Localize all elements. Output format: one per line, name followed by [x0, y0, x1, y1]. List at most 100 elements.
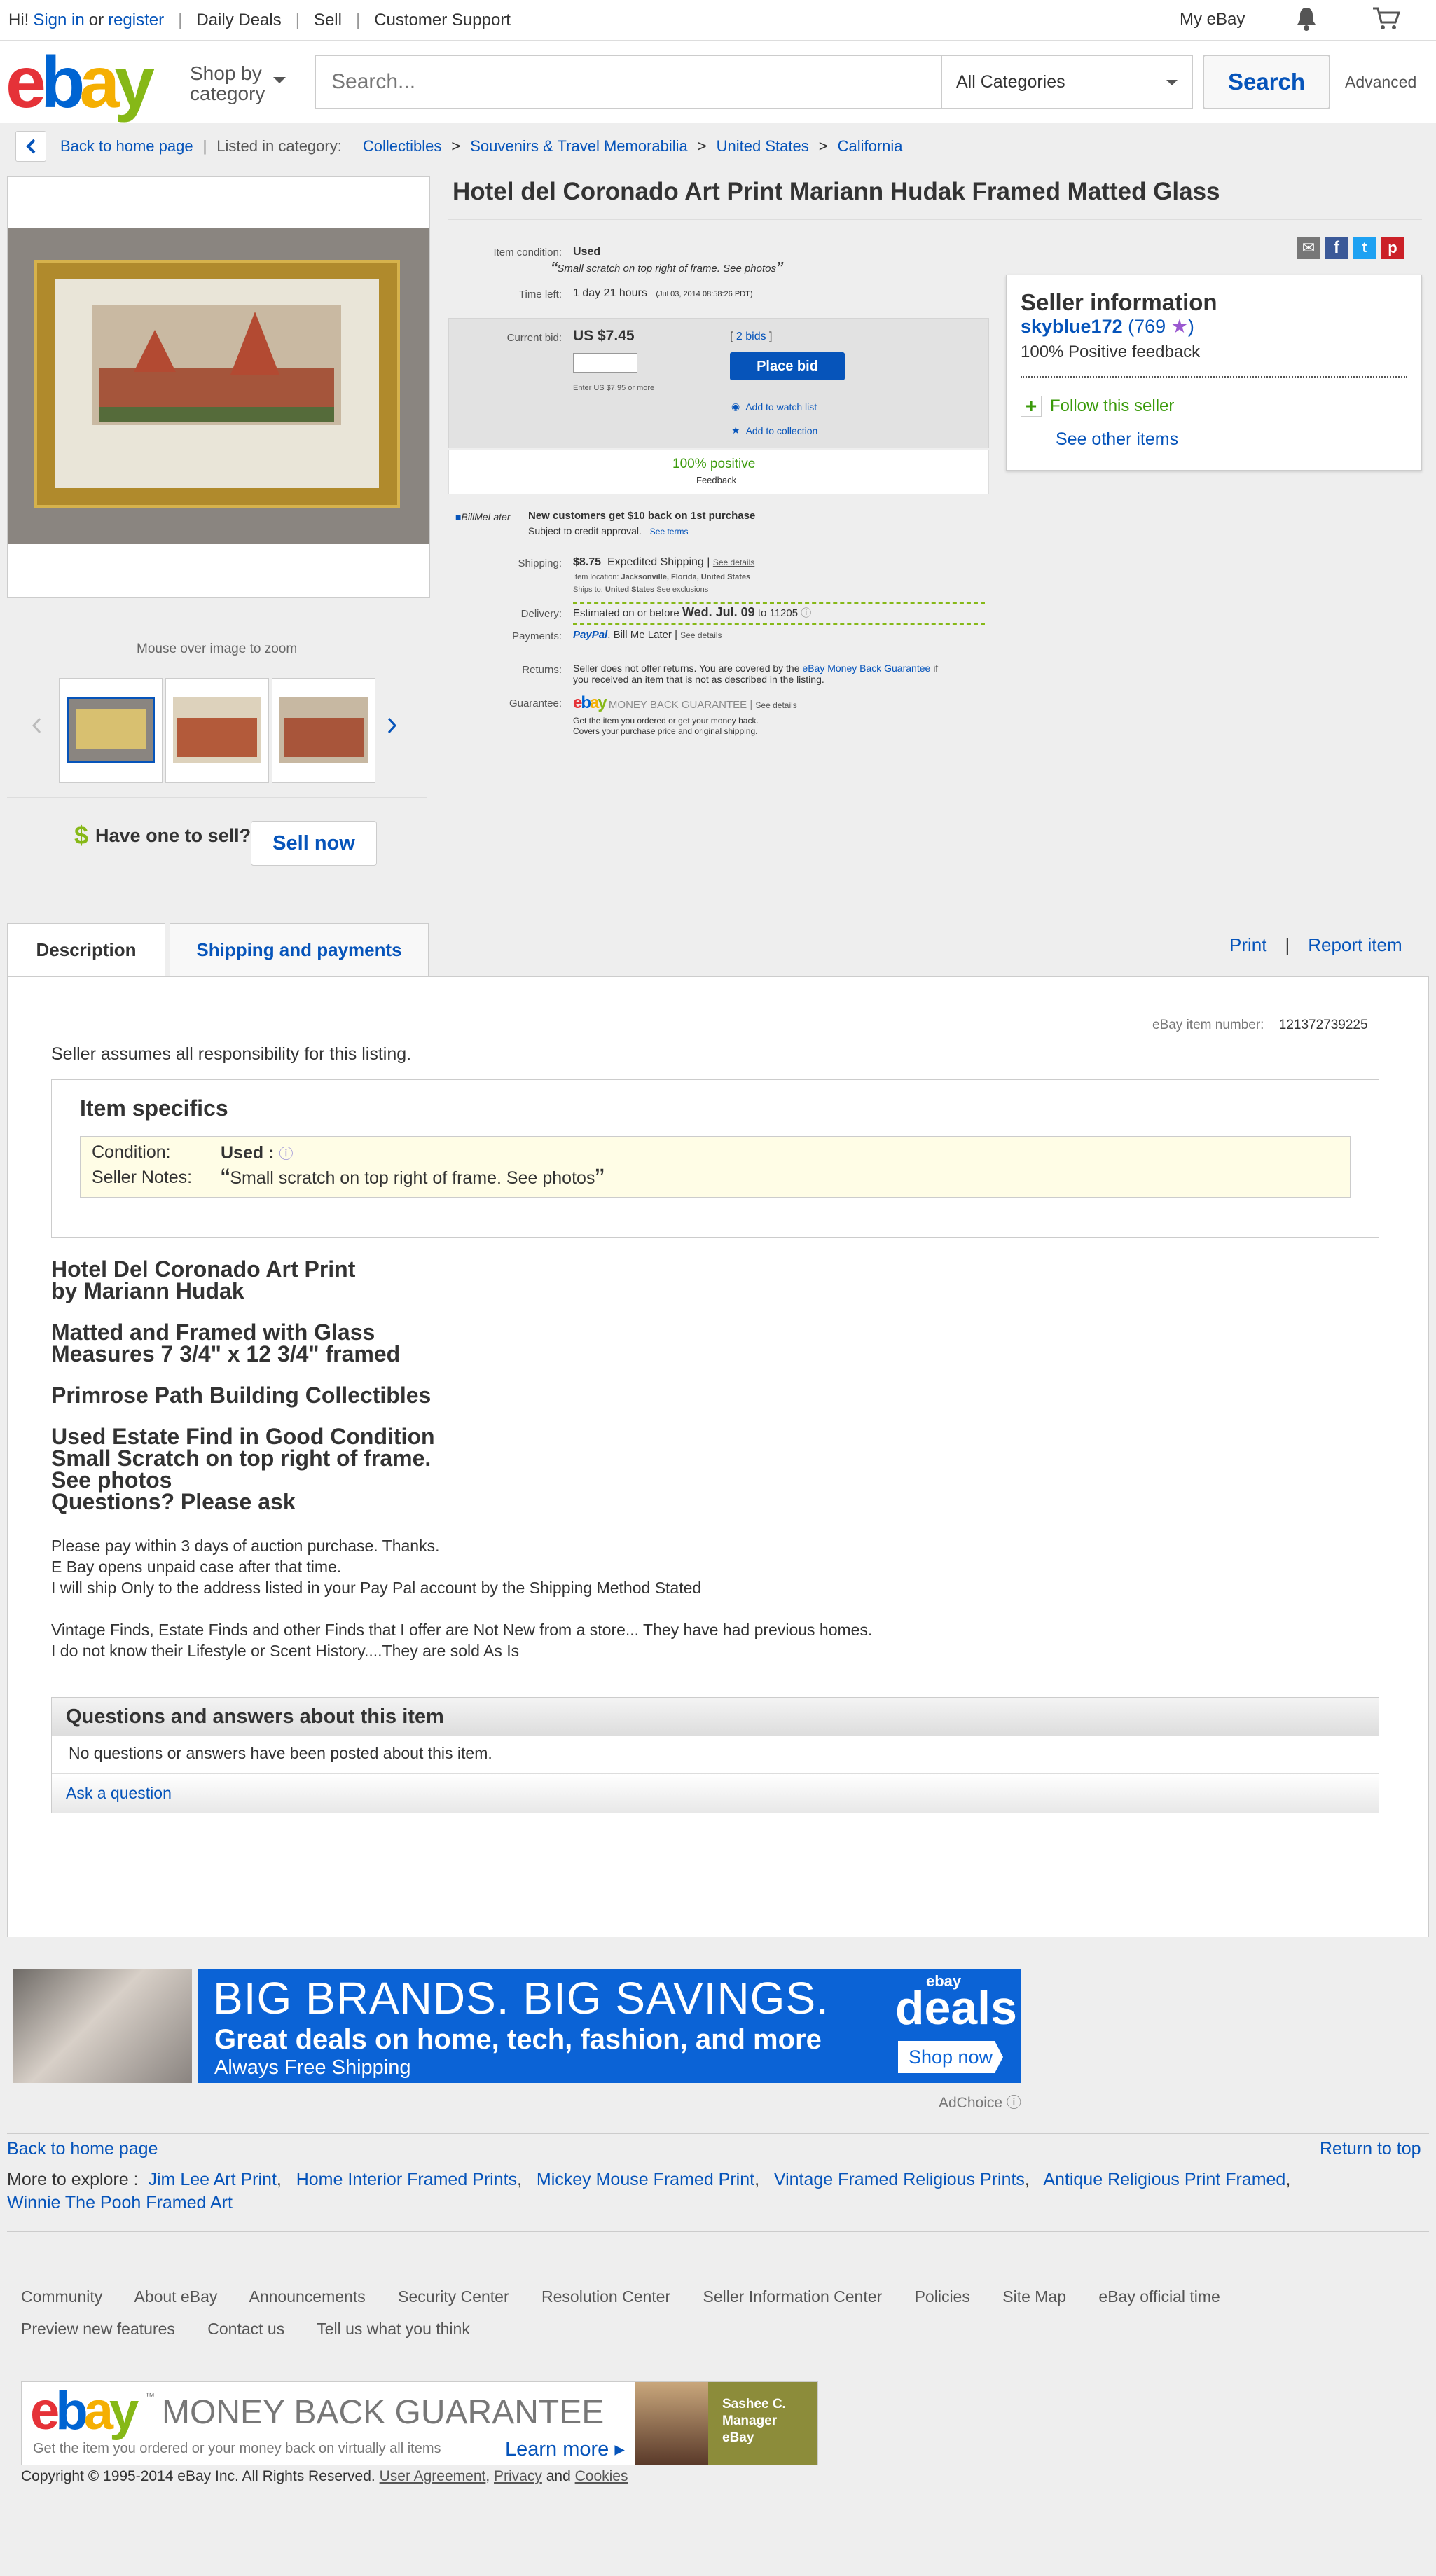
- footer-link[interactable]: Seller Information Center: [703, 2287, 883, 2306]
- listed-in-label: Listed in category:: [216, 137, 342, 155]
- user-agreement-link[interactable]: User Agreement: [380, 2468, 486, 2484]
- guarantee-badge: ebay MONEY BACK GUARANTEE | See details: [573, 693, 797, 712]
- report-item-link[interactable]: Report item: [1308, 934, 1402, 956]
- daily-deals-link[interactable]: Daily Deals: [196, 11, 281, 30]
- explore-link[interactable]: Antique Religious Print Framed: [1043, 2170, 1285, 2189]
- explore-link[interactable]: Home Interior Framed Prints: [296, 2170, 517, 2189]
- share-icons: ✉ f t p: [1297, 237, 1404, 259]
- footer-link[interactable]: Policies: [915, 2287, 970, 2306]
- facebook-icon[interactable]: f: [1325, 237, 1348, 259]
- crumb-collectibles[interactable]: Collectibles: [363, 137, 442, 155]
- bids-link[interactable]: [ 2 bids ]: [730, 331, 772, 343]
- customer-support-link[interactable]: Customer Support: [374, 11, 511, 30]
- footer-link[interactable]: Preview new features: [21, 2320, 175, 2338]
- cart-icon[interactable]: [1372, 6, 1401, 37]
- top-bar: Hi! Sign in or register | Daily Deals | …: [0, 0, 1436, 41]
- footer-link[interactable]: Contact us: [207, 2320, 284, 2338]
- explore-link[interactable]: Jim Lee Art Print: [149, 2170, 277, 2189]
- search-button[interactable]: Search: [1203, 55, 1330, 109]
- thumbnail-2[interactable]: [165, 678, 269, 783]
- payment-details-link[interactable]: See details: [680, 630, 722, 640]
- thumbnail-1[interactable]: [59, 678, 163, 783]
- product-image[interactable]: [8, 228, 429, 544]
- search-input[interactable]: Search...: [315, 55, 941, 109]
- crumb-souvenirs[interactable]: Souvenirs & Travel Memorabilia: [470, 137, 688, 155]
- my-ebay-link[interactable]: My eBay: [1180, 10, 1245, 29]
- item-description: Hotel Del Coronado Art Print by Mariann …: [51, 1256, 873, 1660]
- footer-link[interactable]: Tell us what you think: [317, 2320, 470, 2338]
- place-bid-button[interactable]: Place bid: [730, 352, 845, 380]
- condition-value: Used: [573, 246, 601, 258]
- category-select[interactable]: All Categories: [941, 55, 1193, 109]
- crumb-united-states[interactable]: United States: [717, 137, 809, 155]
- see-exclusions-link[interactable]: See exclusions: [656, 586, 708, 594]
- eye-icon: ◉: [731, 401, 740, 412]
- sell-now-button[interactable]: Sell now: [251, 821, 377, 866]
- explore-link[interactable]: Vintage Framed Religious Prints: [774, 2170, 1025, 2189]
- ebay-logo[interactable]: ebay: [6, 46, 155, 119]
- delivery-estimate: Estimated on or before Wed. Jul. 09 to 1…: [573, 605, 812, 619]
- shop-now-button[interactable]: Shop now: [898, 2041, 1003, 2073]
- adchoice-link[interactable]: AdChoice ⓘ: [939, 2091, 1021, 2112]
- back-to-home-link[interactable]: Back to home page: [60, 137, 193, 155]
- print-link[interactable]: Print: [1229, 934, 1266, 956]
- money-back-link[interactable]: eBay Money Back Guarantee: [802, 663, 930, 674]
- footer-links-row2: Preview new features Contact us Tell us …: [21, 2320, 498, 2339]
- footer-link[interactable]: Site Map: [1002, 2287, 1066, 2306]
- bid-amount-input[interactable]: [573, 353, 637, 373]
- footer-link[interactable]: About eBay: [134, 2287, 217, 2306]
- bml-terms-link[interactable]: See terms: [650, 527, 689, 536]
- explore-link[interactable]: Mickey Mouse Framed Print: [537, 2170, 754, 2189]
- sign-in-link[interactable]: Sign in: [33, 11, 84, 30]
- crumb-california[interactable]: California: [838, 137, 903, 155]
- positive-feedback[interactable]: 100% positive: [672, 457, 755, 472]
- main-image-frame[interactable]: [7, 176, 430, 598]
- sell-promo: $ Have one to sell?: [74, 821, 251, 850]
- learn-more-link[interactable]: Learn more ▸: [505, 2437, 625, 2461]
- shop-by-category[interactable]: Shop by category: [190, 63, 265, 104]
- bell-icon[interactable]: [1295, 6, 1318, 37]
- ask-question-link[interactable]: Ask a question: [66, 1784, 172, 1803]
- privacy-link[interactable]: Privacy: [494, 2468, 542, 2484]
- chevron-left-icon[interactable]: [31, 717, 42, 738]
- cookies-link[interactable]: Cookies: [575, 2468, 628, 2484]
- chevron-right-icon[interactable]: [387, 717, 398, 738]
- shipping-details-link[interactable]: See details: [713, 558, 754, 567]
- tab-shipping-payments[interactable]: Shipping and payments: [170, 923, 429, 976]
- email-icon[interactable]: ✉: [1297, 237, 1320, 259]
- seller-name[interactable]: skyblue172 (769 ★): [1021, 316, 1194, 338]
- zoom-hint: Mouse over image to zoom: [137, 642, 298, 656]
- tab-description[interactable]: Description: [7, 923, 165, 976]
- pinterest-icon[interactable]: p: [1381, 237, 1404, 259]
- guarantee-details-link[interactable]: See details: [755, 700, 796, 710]
- twitter-icon[interactable]: t: [1353, 237, 1376, 259]
- watch-link[interactable]: ◉ Add to watch list: [731, 401, 817, 413]
- footer-link[interactable]: Resolution Center: [541, 2287, 670, 2306]
- advanced-search-link[interactable]: Advanced: [1345, 73, 1416, 92]
- payment-methods: PayPal, Bill Me Later | See details: [573, 629, 722, 641]
- seller-heading: Seller information: [1021, 289, 1217, 315]
- footer-link[interactable]: Security Center: [398, 2287, 509, 2306]
- item-title: Hotel del Coronado Art Print Mariann Hud…: [453, 178, 1220, 205]
- copyright: Copyright © 1995-2014 eBay Inc. All Righ…: [21, 2468, 628, 2484]
- see-other-items-link[interactable]: See other items: [1056, 429, 1178, 450]
- adchoice-icon: ⓘ: [1006, 2095, 1021, 2111]
- back-arrow-icon[interactable]: [15, 131, 46, 162]
- ad-thumbnail[interactable]: [13, 1969, 192, 2083]
- money-back-banner[interactable]: ebay ™ MONEY BACK GUARANTEE Get the item…: [21, 2381, 818, 2465]
- description-panel: eBay item number: 121372739225 Seller as…: [7, 976, 1429, 1937]
- footer-link[interactable]: eBay official time: [1098, 2287, 1220, 2306]
- more-to-explore: More to explore : Jim Lee Art Print, Hom…: [7, 2170, 1291, 2213]
- footer-link[interactable]: Community: [21, 2287, 102, 2306]
- follow-seller[interactable]: + Follow this seller: [1021, 395, 1174, 417]
- return-to-top-link[interactable]: Return to top: [1320, 2139, 1421, 2159]
- current-bid: US $7.45: [573, 328, 635, 344]
- sell-link[interactable]: Sell: [314, 11, 342, 30]
- collection-link[interactable]: ★ Add to collection: [731, 424, 817, 436]
- explore-link[interactable]: Winnie The Pooh Framed Art: [7, 2193, 233, 2213]
- back-home-bottom-link[interactable]: Back to home page: [7, 2139, 158, 2159]
- register-link[interactable]: register: [108, 11, 164, 30]
- thumbnail-3[interactable]: [272, 678, 375, 783]
- footer-link[interactable]: Announcements: [249, 2287, 365, 2306]
- ad-banner[interactable]: BIG BRANDS. BIG SAVINGS. Great deals on …: [198, 1969, 1021, 2083]
